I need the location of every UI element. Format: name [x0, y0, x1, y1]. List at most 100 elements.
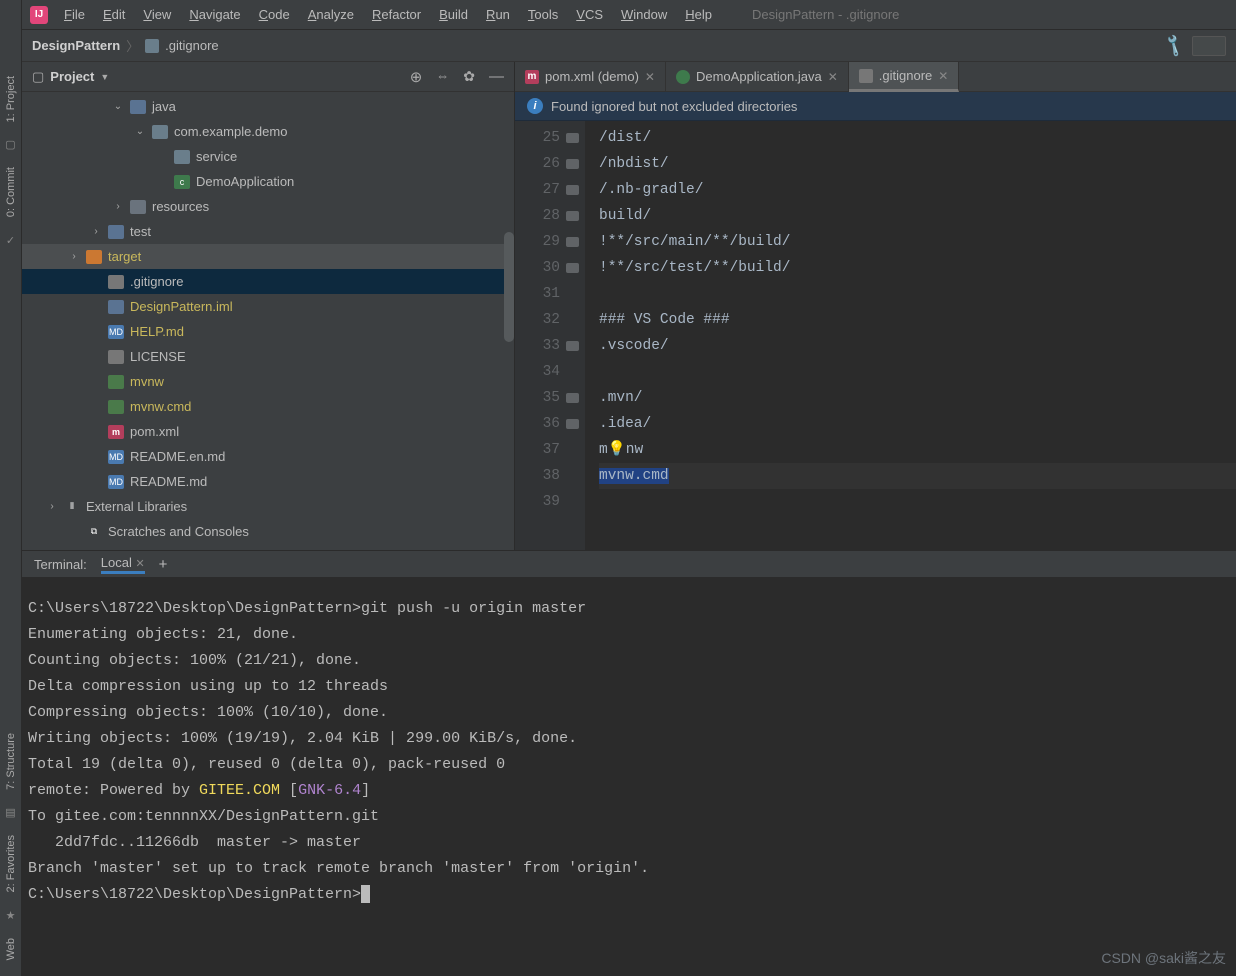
tree-arrow-icon[interactable]: › — [68, 251, 80, 262]
code-line[interactable]: /.nb-gradle/ — [599, 177, 1236, 203]
menu-window[interactable]: Window — [613, 3, 675, 26]
menu-code[interactable]: Code — [251, 3, 298, 26]
code-line[interactable]: /nbdist/ — [599, 151, 1236, 177]
menu-run[interactable]: Run — [478, 3, 518, 26]
gutter-line: 33 — [515, 333, 579, 359]
tree-item[interactable]: MDHELP.md — [22, 319, 514, 344]
menu-refactor[interactable]: Refactor — [364, 3, 429, 26]
tree-item[interactable]: ⧉Scratches and Consoles — [22, 519, 514, 544]
search-field[interactable] — [1192, 36, 1226, 56]
tree-item[interactable]: MDREADME.en.md — [22, 444, 514, 469]
terminal-tab-local[interactable]: Local ✕ — [101, 555, 145, 574]
code-line[interactable]: build/ — [599, 203, 1236, 229]
folder-icon — [566, 237, 579, 247]
tree-item[interactable]: ›test — [22, 219, 514, 244]
code-line[interactable]: m💡nw — [599, 437, 1236, 463]
close-icon[interactable]: ✕ — [938, 69, 948, 83]
code-line[interactable]: ### VS Code ### — [599, 307, 1236, 333]
banner-text: Found ignored but not excluded directori… — [551, 99, 797, 114]
tree-item-label: HELP.md — [130, 324, 184, 339]
add-terminal-button[interactable]: + — [159, 556, 168, 573]
gutter-line: 35 — [515, 385, 579, 411]
tool-structure[interactable]: 7: Structure — [5, 727, 17, 796]
select-target-icon[interactable]: ⊕ — [410, 68, 423, 86]
tree-item[interactable]: mvnw.cmd — [22, 394, 514, 419]
build-icon[interactable]: 🔧 — [1160, 32, 1187, 59]
project-pane-title[interactable]: Project — [50, 69, 94, 84]
file-type-icon: ⧉ — [86, 525, 102, 539]
terminal[interactable]: C:\Users\18722\Desktop\DesignPattern>git… — [22, 578, 1236, 976]
menu-view[interactable]: View — [135, 3, 179, 26]
terminal-line: 2dd7fdc..11266db master -> master — [28, 830, 1230, 856]
tree-item-label: service — [196, 149, 237, 164]
terminal-line: Delta compression using up to 12 threads — [28, 674, 1230, 700]
tree-arrow-icon[interactable]: ⌄ — [112, 101, 124, 112]
tree-item[interactable]: cDemoApplication — [22, 169, 514, 194]
breadcrumb-project[interactable]: DesignPattern — [32, 38, 120, 53]
scrollbar[interactable] — [504, 232, 514, 342]
code-line[interactable]: mvnw.cmd — [599, 463, 1236, 489]
tree-arrow-icon[interactable]: › — [46, 501, 58, 512]
code-line[interactable]: .vscode/ — [599, 333, 1236, 359]
tree-item[interactable]: .gitignore — [22, 269, 514, 294]
tree-item[interactable]: DesignPattern.iml — [22, 294, 514, 319]
menu-build[interactable]: Build — [431, 3, 476, 26]
menu-edit[interactable]: Edit — [95, 3, 133, 26]
code-line[interactable]: .mvn/ — [599, 385, 1236, 411]
file-type-icon: m — [108, 425, 124, 439]
project-tree[interactable]: ⌄java⌄com.example.demo service cDemoApplic… — [22, 92, 514, 550]
expand-all-icon[interactable]: ⇔ — [436, 68, 449, 86]
menu-tools[interactable]: Tools — [520, 3, 566, 26]
tree-arrow-icon[interactable]: ⌄ — [134, 126, 146, 137]
tree-item[interactable]: ›⫴External Libraries — [22, 494, 514, 519]
editor-tab[interactable]: mpom.xml (demo)✕ — [515, 62, 666, 91]
folder-icon — [566, 341, 579, 351]
tree-arrow-icon[interactable]: › — [90, 226, 102, 237]
tree-item[interactable]: ›resources — [22, 194, 514, 219]
minimize-icon[interactable]: — — [489, 68, 504, 86]
menu-bar: IJ FileEditViewNavigateCodeAnalyzeRefact… — [22, 0, 1236, 30]
tree-item[interactable]: LICENSE — [22, 344, 514, 369]
code-line[interactable]: !**/src/main/**/build/ — [599, 229, 1236, 255]
tool-commit[interactable]: 0: Commit — [5, 161, 17, 223]
tool-web[interactable]: Web — [5, 932, 17, 966]
tool-favorites[interactable]: 2: Favorites — [5, 829, 17, 898]
close-icon[interactable]: ✕ — [828, 70, 838, 84]
tree-item[interactable]: mpom.xml — [22, 419, 514, 444]
tool-project[interactable]: 1: Project — [5, 70, 17, 128]
code-line[interactable]: !**/src/test/**/build/ — [599, 255, 1236, 281]
chevron-down-icon[interactable]: ▼ — [100, 72, 109, 82]
editor-body[interactable]: 252627282930313233343536373839 /dist//nb… — [515, 121, 1236, 550]
code-line[interactable] — [599, 489, 1236, 515]
tree-item[interactable]: mvnw — [22, 369, 514, 394]
editor-tab[interactable]: .gitignore✕ — [849, 62, 960, 92]
close-icon[interactable]: ✕ — [645, 70, 655, 84]
tree-item[interactable]: ⌄java — [22, 94, 514, 119]
code-line[interactable] — [599, 281, 1236, 307]
menu-file[interactable]: File — [56, 3, 93, 26]
close-icon[interactable]: ✕ — [135, 558, 144, 570]
breadcrumb-file[interactable]: .gitignore — [165, 38, 218, 53]
tree-item[interactable]: service — [22, 144, 514, 169]
code-line[interactable] — [599, 359, 1236, 385]
tab-label: pom.xml (demo) — [545, 69, 639, 84]
menu-analyze[interactable]: Analyze — [300, 3, 362, 26]
info-icon: i — [527, 98, 543, 114]
editor-tab[interactable]: DemoApplication.java✕ — [666, 62, 849, 91]
tree-item[interactable]: ⌄com.example.demo — [22, 119, 514, 144]
menu-help[interactable]: Help — [677, 3, 720, 26]
cursor-icon — [361, 885, 370, 903]
bulb-icon[interactable]: 💡 — [608, 442, 626, 458]
gear-icon[interactable]: ✿ — [463, 68, 475, 86]
notification-banner[interactable]: i Found ignored but not excluded directo… — [515, 92, 1236, 121]
folder-icon — [566, 159, 579, 169]
tree-arrow-icon[interactable]: › — [112, 201, 124, 212]
code-line[interactable]: /dist/ — [599, 125, 1236, 151]
menu-navigate[interactable]: Navigate — [181, 3, 248, 26]
tree-item[interactable]: MDREADME.md — [22, 469, 514, 494]
code-line[interactable]: .idea/ — [599, 411, 1236, 437]
structure-icon: ▤ — [5, 806, 15, 819]
tree-item[interactable]: ›target — [22, 244, 514, 269]
code-area[interactable]: /dist//nbdist//.nb-gradle/build/!**/src/… — [585, 121, 1236, 550]
menu-vcs[interactable]: VCS — [568, 3, 611, 26]
